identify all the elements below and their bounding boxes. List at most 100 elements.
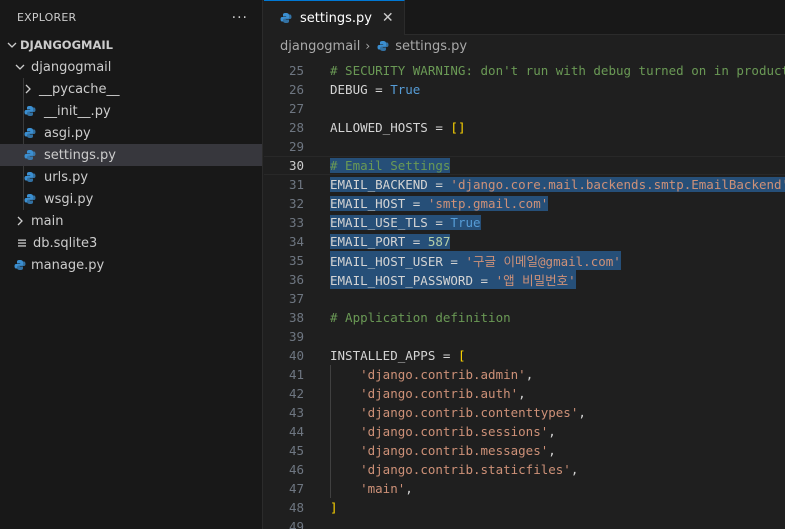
line-number: 45 xyxy=(288,443,304,458)
code-token: EMAIL_HOST_PASSWORD = xyxy=(330,273,496,288)
chevron-right-icon xyxy=(12,216,28,226)
tree-folder-djangogmail[interactable]: djangogmail xyxy=(0,56,262,78)
line-number: 48 xyxy=(288,500,304,515)
line-number: 49 xyxy=(288,519,304,529)
code-line: 31 EMAIL_BACKEND = 'django.core.mail.back… xyxy=(264,175,785,194)
tree-file-db[interactable]: db.sqlite3 xyxy=(0,232,262,254)
line-number: 47 xyxy=(288,481,304,496)
line-number: 38 xyxy=(288,310,304,325)
python-file-icon xyxy=(278,10,294,26)
tab-label: settings.py xyxy=(300,10,372,26)
code-token: 'smtp.gmail.com' xyxy=(427,196,549,211)
breadcrumb-separator-icon: › xyxy=(365,39,371,53)
code-token: 'django.contrib.sessions' xyxy=(360,424,549,439)
line-number: 41 xyxy=(288,367,304,382)
menu-lines-icon xyxy=(14,235,30,251)
line-number: 37 xyxy=(288,291,304,306)
code-token: , xyxy=(578,405,586,420)
code-line: 32 EMAIL_HOST = 'smtp.gmail.com' xyxy=(264,194,785,213)
tree-file-asgi[interactable]: asgi.py xyxy=(0,122,262,144)
tree-label: __pycache__ xyxy=(39,81,120,97)
line-number: 43 xyxy=(288,405,304,420)
code-token: ] xyxy=(330,500,338,515)
tree-file-settings[interactable]: settings.py xyxy=(0,144,262,166)
code-token: ALLOWED_HOSTS = xyxy=(330,120,451,135)
line-number: 26 xyxy=(288,82,304,97)
tree-folder-main[interactable]: main xyxy=(0,210,262,232)
code-line: 40 INSTALLED_APPS = [ xyxy=(264,346,785,365)
line-number: 40 xyxy=(288,348,304,363)
code-line: 34 EMAIL_PORT = 587 xyxy=(264,232,785,251)
explorer-header: EXPLORER ··· xyxy=(0,0,262,35)
tree-folder-pycache[interactable]: __pycache__ xyxy=(0,78,262,100)
code-line: 35 EMAIL_HOST_USER = '구글 이메일@gmail.com' xyxy=(264,251,785,270)
line-content: ALLOWED_HOSTS = [] xyxy=(330,120,465,135)
code-token: 'django.contrib.staticfiles' xyxy=(360,462,571,477)
code-line: 41 'django.contrib.admin', xyxy=(264,365,785,384)
tree-root-djangogmail[interactable]: DJANGOGMAIL xyxy=(0,34,262,56)
code-line: 33 EMAIL_USE_TLS = True xyxy=(264,213,785,232)
code-token: '앱 비밀번호' xyxy=(495,273,576,288)
line-number: 31 xyxy=(288,177,304,192)
tree-label: main xyxy=(31,213,64,229)
more-actions-icon[interactable]: ··· xyxy=(232,10,248,26)
line-number: 34 xyxy=(288,234,304,249)
code-token: EMAIL_BACKEND = xyxy=(330,177,451,192)
tree-label: asgi.py xyxy=(44,125,91,141)
code-line: 26 DEBUG = True xyxy=(264,80,785,99)
line-content: EMAIL_PORT = 587 xyxy=(330,234,451,249)
line-number: 42 xyxy=(288,386,304,401)
code-token: , xyxy=(525,367,534,382)
python-file-icon xyxy=(22,169,38,185)
close-icon[interactable]: ✕ xyxy=(382,10,394,26)
code-line: 38 # Application definition xyxy=(264,308,785,327)
line-content: 'django.contrib.sessions', xyxy=(330,424,556,439)
line-content: 'django.contrib.staticfiles', xyxy=(330,462,578,477)
code-token: EMAIL_HOST_USER = xyxy=(330,254,466,269)
tree-label: djangogmail xyxy=(31,59,112,75)
line-number: 33 xyxy=(288,215,304,230)
tree-label: urls.py xyxy=(44,169,89,185)
tree-label: manage.py xyxy=(31,257,105,273)
tree-label: __init__.py xyxy=(44,103,111,119)
line-content: # SECURITY WARNING: don't run with debug… xyxy=(330,63,785,78)
code-line: 37 xyxy=(264,289,785,308)
code-token: '구글 이메일@gmail.com' xyxy=(465,254,621,269)
breadcrumb-file[interactable]: settings.py xyxy=(395,39,467,54)
code-token: 'django.contrib.messages' xyxy=(360,443,549,458)
code-token: 587 xyxy=(427,234,451,249)
code-token: # Application definition xyxy=(330,310,511,325)
code-token: EMAIL_USE_TLS = xyxy=(330,215,451,230)
tree-file-urls[interactable]: urls.py xyxy=(0,166,262,188)
code-editor[interactable]: 25 # SECURITY WARNING: don't run with deb… xyxy=(264,59,785,529)
line-number: 32 xyxy=(288,196,304,211)
tree-file-manage[interactable]: manage.py xyxy=(0,254,262,276)
indent-guide xyxy=(330,365,331,498)
code-line: 48] xyxy=(264,498,785,517)
tree-label: settings.py xyxy=(44,147,116,163)
code-token: , xyxy=(548,424,556,439)
python-file-icon xyxy=(22,125,38,141)
code-line: 39 xyxy=(264,327,785,346)
python-file-icon xyxy=(22,191,38,207)
code-token: , xyxy=(405,481,413,496)
code-token: INSTALLED_APPS = xyxy=(330,348,458,363)
breadcrumb: djangogmail › settings.py xyxy=(264,35,785,57)
tree-file-wsgi[interactable]: wsgi.py xyxy=(0,188,262,210)
tree-label: db.sqlite3 xyxy=(33,235,98,251)
tab-settings-py[interactable]: settings.py ✕ xyxy=(264,0,405,35)
code-line: 45 'django.contrib.messages', xyxy=(264,441,785,460)
tree-file-init[interactable]: __init__.py xyxy=(0,100,262,122)
breadcrumb-folder[interactable]: djangogmail xyxy=(280,39,360,54)
chevron-down-icon xyxy=(12,62,28,72)
line-content: 'django.contrib.admin', xyxy=(330,367,533,382)
line-number: 46 xyxy=(288,462,304,477)
line-number: 39 xyxy=(288,329,304,344)
line-number: 35 xyxy=(288,253,304,268)
code-token: EMAIL_HOST = xyxy=(330,196,428,211)
